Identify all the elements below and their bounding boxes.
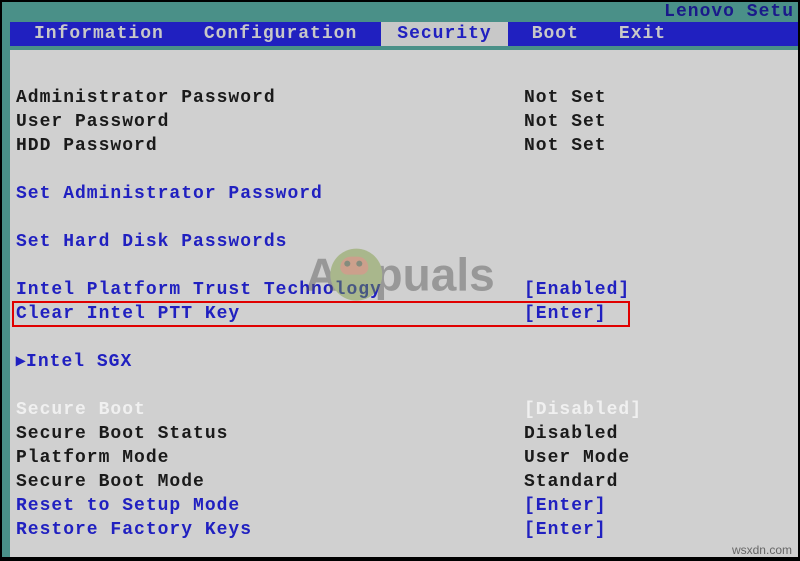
admin-password-label: Administrator Password xyxy=(14,86,524,110)
intel-ptt-label: Intel Platform Trust Technology xyxy=(14,278,524,302)
admin-password-value: Not Set xyxy=(524,86,607,110)
source-label: wsxdn.com xyxy=(732,543,792,557)
user-password-label: User Password xyxy=(14,110,524,134)
intel-ptt-value[interactable]: [Enabled] xyxy=(524,278,630,302)
intel-ptt-row[interactable]: Intel Platform Trust Technology [Enabled… xyxy=(14,278,798,302)
tab-configuration[interactable]: Configuration xyxy=(188,22,373,46)
tab-security[interactable]: Security xyxy=(381,22,507,46)
secure-boot-value[interactable]: [Disabled] xyxy=(524,398,642,422)
set-admin-password[interactable]: Set Administrator Password xyxy=(14,182,524,206)
hdd-password-label: HDD Password xyxy=(14,134,524,158)
tab-exit[interactable]: Exit xyxy=(603,22,682,46)
submenu-arrow-icon: ▸ xyxy=(16,352,26,372)
security-panel: Administrator Password Not Set User Pass… xyxy=(10,50,798,557)
secure-boot-mode-label: Secure Boot Mode xyxy=(14,470,524,494)
set-hdd-passwords[interactable]: Set Hard Disk Passwords xyxy=(14,230,524,254)
hdd-password-value: Not Set xyxy=(524,134,607,158)
platform-mode-value: User Mode xyxy=(524,446,630,470)
intel-sgx-submenu[interactable]: ▸Intel SGX xyxy=(14,350,524,374)
reset-setup-mode-value[interactable]: [Enter] xyxy=(524,494,607,518)
clear-ptt-value[interactable]: [Enter] xyxy=(524,302,607,326)
user-password-value: Not Set xyxy=(524,110,607,134)
bios-title: Lenovo Setu xyxy=(2,2,798,22)
menu-bar: Information Configuration Security Boot … xyxy=(10,22,798,46)
tab-information[interactable]: Information xyxy=(18,22,180,46)
secure-boot-mode-value: Standard xyxy=(524,470,618,494)
clear-ptt-label[interactable]: Clear Intel PTT Key xyxy=(14,302,524,326)
secure-boot-status-value: Disabled xyxy=(524,422,618,446)
restore-factory-keys-value[interactable]: [Enter] xyxy=(524,518,607,542)
tab-boot[interactable]: Boot xyxy=(516,22,595,46)
reset-setup-mode-label[interactable]: Reset to Setup Mode xyxy=(14,494,524,518)
platform-mode-label: Platform Mode xyxy=(14,446,524,470)
secure-boot-label[interactable]: Secure Boot xyxy=(14,398,524,422)
restore-factory-keys-label[interactable]: Restore Factory Keys xyxy=(14,518,524,542)
secure-boot-status-label: Secure Boot Status xyxy=(14,422,524,446)
